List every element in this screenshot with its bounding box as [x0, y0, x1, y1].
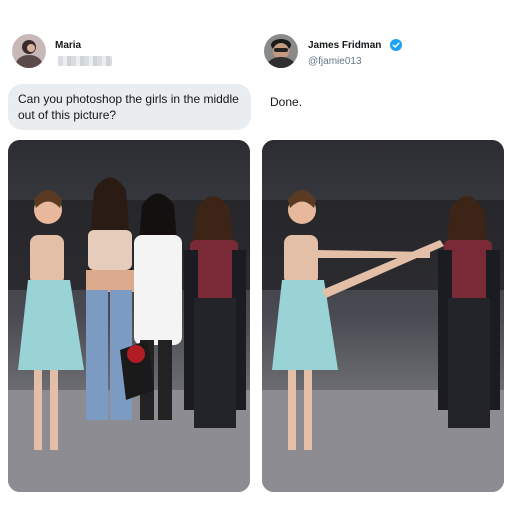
- request-message-text: Can you photoshop the girls in the middl…: [18, 92, 239, 122]
- original-photo[interactable]: [8, 140, 250, 492]
- avatar-image: [264, 34, 298, 68]
- maria-name[interactable]: Maria: [55, 40, 81, 51]
- verified-badge-icon: [390, 39, 402, 51]
- james-avatar[interactable]: [264, 34, 298, 68]
- james-name[interactable]: James Fridman: [308, 40, 381, 51]
- edited-photo-image: [262, 140, 504, 492]
- request-message-bubble: Can you photoshop the girls in the middl…: [8, 84, 251, 130]
- blurred-handle: [58, 56, 112, 66]
- reply-message-text: Done.: [270, 95, 303, 109]
- avatar-image: [12, 34, 46, 68]
- reply-post: James Fridman @fjamie013 Done.: [256, 0, 512, 512]
- original-photo-image: [8, 140, 250, 492]
- james-handle[interactable]: @fjamie013: [308, 56, 362, 67]
- edited-photo[interactable]: [262, 140, 504, 492]
- request-post: Maria Can you photoshop the girls in the…: [0, 0, 256, 512]
- maria-avatar[interactable]: [12, 34, 46, 68]
